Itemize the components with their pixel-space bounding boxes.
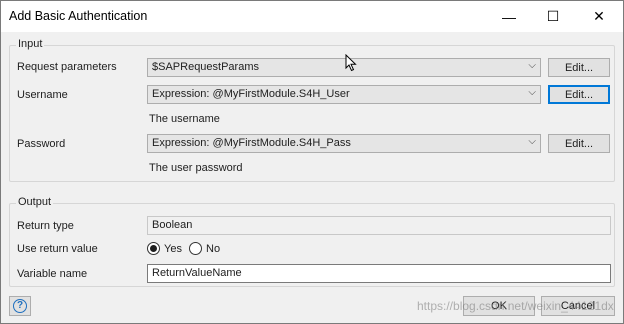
variable-name-label: Variable name <box>17 268 88 280</box>
radio-yes-label[interactable]: Yes <box>164 243 182 255</box>
title-bar: Add Basic Authentication — ☐ ✕ <box>1 1 623 32</box>
mouse-cursor-icon <box>345 54 357 72</box>
variable-name-value: ReturnValueName <box>152 267 242 279</box>
dialog-title: Add Basic Authentication <box>9 9 148 23</box>
password-hint: The user password <box>149 162 243 174</box>
chevron-down-icon: ⌵ <box>528 87 536 98</box>
request-parameters-value: $SAPRequestParams <box>152 61 259 73</box>
password-dropdown[interactable]: Expression: @MyFirstModule.S4H_Pass ⌵ <box>147 134 541 153</box>
username-edit-button[interactable]: Edit... <box>548 85 610 104</box>
close-icon: ✕ <box>593 8 605 24</box>
request-parameters-label: Request parameters <box>17 61 117 73</box>
minimize-icon: — <box>502 8 516 25</box>
maximize-icon: ☐ <box>546 8 560 24</box>
maximize-button[interactable]: ☐ <box>531 1 575 32</box>
password-edit-button[interactable]: Edit... <box>548 134 610 153</box>
radio-no-label[interactable]: No <box>206 243 220 255</box>
password-value: Expression: @MyFirstModule.S4H_Pass <box>152 137 351 149</box>
username-label: Username <box>17 89 68 101</box>
username-value: Expression: @MyFirstModule.S4H_User <box>152 88 350 100</box>
output-group-label: Output <box>16 196 54 208</box>
close-button[interactable]: ✕ <box>577 1 621 32</box>
input-group-label: Input <box>16 38 45 50</box>
cancel-button[interactable]: Cancel <box>541 296 615 316</box>
chevron-down-icon: ⌵ <box>528 60 536 71</box>
minimize-button[interactable]: — <box>487 1 531 32</box>
request-parameters-dropdown[interactable]: $SAPRequestParams ⌵ <box>147 58 541 77</box>
username-hint: The username <box>149 113 220 125</box>
help-icon: ? <box>13 299 27 313</box>
radio-no[interactable] <box>189 242 202 255</box>
dialog-window: Add Basic Authentication — ☐ ✕ Input Req… <box>0 0 624 324</box>
username-dropdown[interactable]: Expression: @MyFirstModule.S4H_User ⌵ <box>147 85 541 104</box>
variable-name-input[interactable]: ReturnValueName <box>147 264 611 283</box>
ok-button[interactable]: OK <box>463 296 535 316</box>
request-parameters-edit-button[interactable]: Edit... <box>548 58 610 77</box>
chevron-down-icon: ⌵ <box>528 136 536 147</box>
radio-yes[interactable] <box>147 242 160 255</box>
help-button[interactable]: ? <box>9 296 31 316</box>
use-return-value-label: Use return value <box>17 243 98 255</box>
password-label: Password <box>17 138 66 150</box>
return-type-label: Return type <box>17 220 74 232</box>
return-type-field: Boolean <box>147 216 611 235</box>
return-type-value: Boolean <box>152 219 193 231</box>
